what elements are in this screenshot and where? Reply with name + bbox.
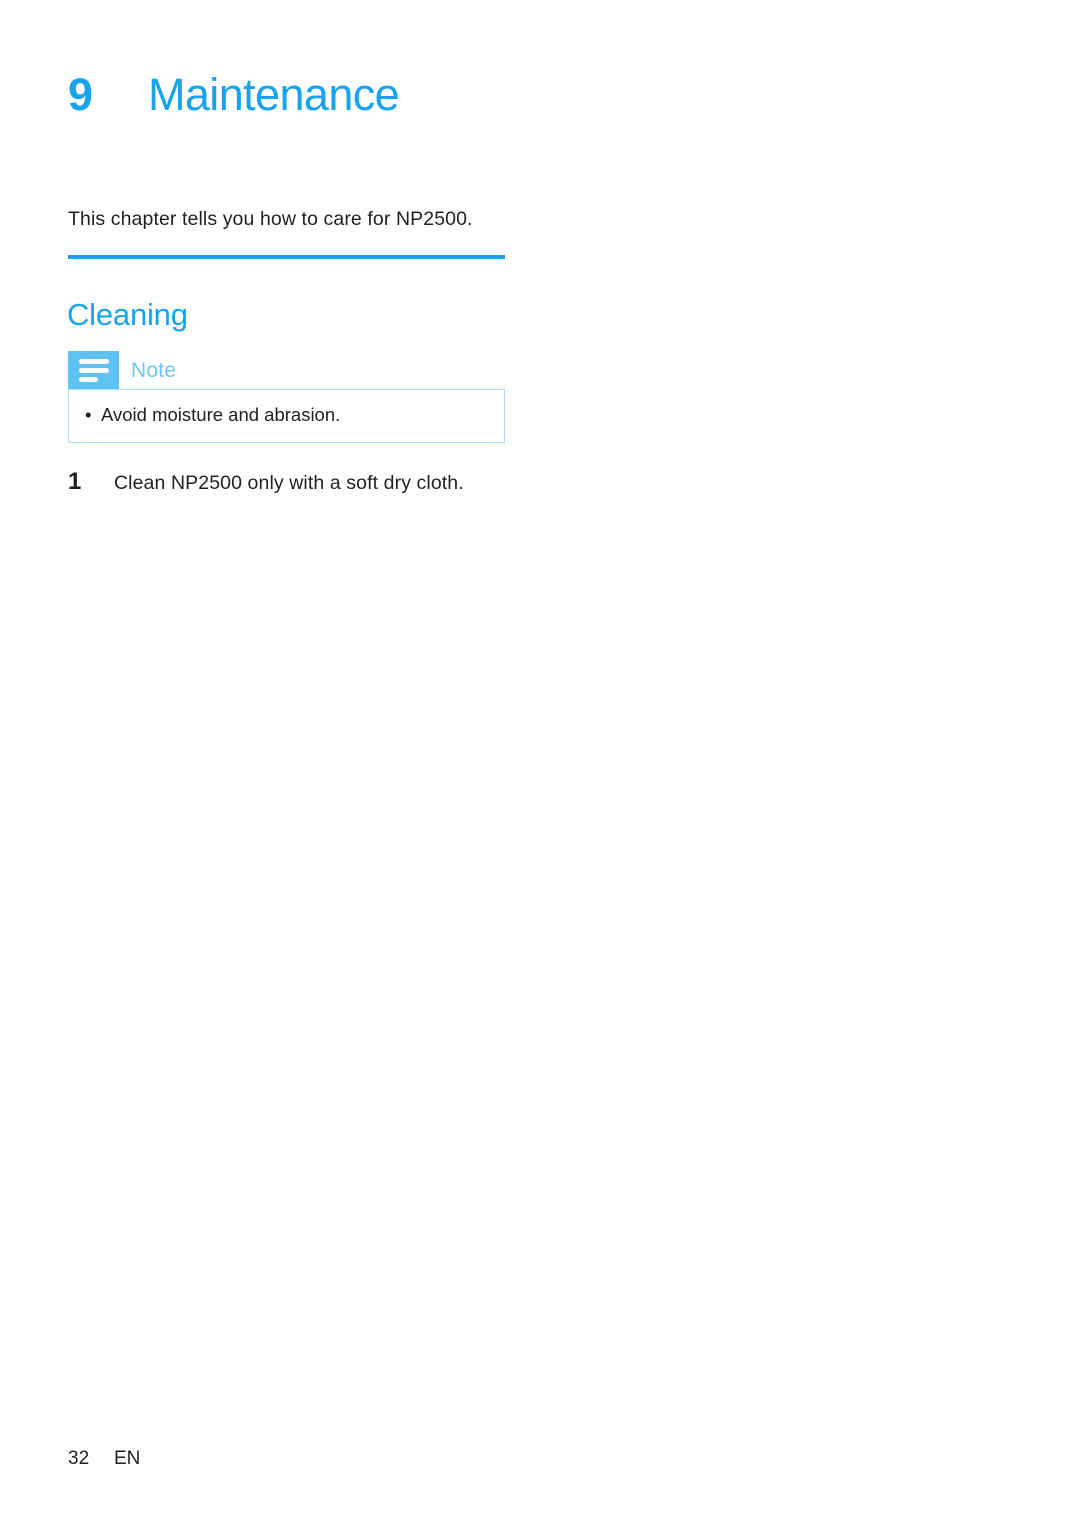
note-label: Note bbox=[131, 358, 177, 382]
note-header: Note bbox=[68, 351, 505, 389]
chapter-number: 9 bbox=[68, 69, 93, 120]
chapter-heading: 9 Maintenance bbox=[68, 69, 400, 120]
note-box: Note • Avoid moisture and abrasion. bbox=[68, 351, 505, 443]
note-body: • Avoid moisture and abrasion. bbox=[68, 389, 505, 443]
footer-page-number: 32 bbox=[68, 1448, 90, 1469]
note-icon-bar-2 bbox=[78, 367, 109, 373]
bullet-icon: • bbox=[85, 404, 92, 425]
note-icon-bar-3 bbox=[78, 376, 98, 382]
step-number: 1 bbox=[68, 468, 82, 495]
footer-language-code: EN bbox=[114, 1448, 141, 1469]
procedure-step: 1 Clean NP2500 only with a soft dry clot… bbox=[68, 466, 538, 497]
note-icon-bar-1 bbox=[78, 358, 109, 364]
chapter-title: Maintenance bbox=[148, 69, 400, 120]
step-text: Clean NP2500 only with a soft dry cloth. bbox=[114, 472, 464, 494]
page-footer: 32 EN bbox=[68, 1448, 140, 1470]
note-lines-icon bbox=[68, 351, 119, 389]
intro-paragraph: This chapter tells you how to care for N… bbox=[68, 207, 473, 230]
section-divider-rule bbox=[68, 255, 505, 259]
document-page: 9 Maintenance This chapter tells you how… bbox=[0, 0, 1080, 1527]
note-item-text: Avoid moisture and abrasion. bbox=[101, 404, 341, 425]
note-list-item: • Avoid moisture and abrasion. bbox=[85, 403, 488, 428]
section-title: Cleaning bbox=[67, 296, 188, 332]
